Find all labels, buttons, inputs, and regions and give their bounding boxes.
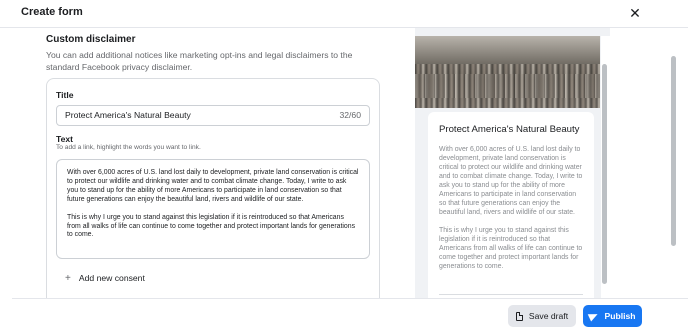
section-description: You can add additional notices like mark… [46, 50, 353, 72]
text-label: Text [56, 134, 74, 144]
publish-label: Publish [604, 311, 636, 321]
footer-divider [12, 298, 688, 299]
disclaimer-card: Title Protect America's Natural Beauty 3… [46, 78, 380, 298]
preview-title: Protect America's Natural Beauty [439, 124, 580, 135]
preview-scrollbar[interactable] [602, 64, 607, 284]
title-input-value: Protect America's Natural Beauty [65, 110, 191, 120]
add-consent-button[interactable]: + Add new consent [65, 273, 145, 284]
preview-paragraph-1: With over 6,000 acres of U.S. land lost … [439, 146, 583, 216]
text-paragraph-2: This is why I urge you to stand against … [67, 213, 356, 239]
publish-button[interactable]: Publish [583, 305, 642, 327]
form-editor: Custom disclaimer You can add additional… [46, 28, 396, 298]
save-draft-button[interactable]: Save draft [508, 305, 576, 327]
title-input[interactable]: Protect America's Natural Beauty 32/60 [56, 105, 370, 126]
title-char-count: 32/60 [339, 110, 361, 120]
preview-divider [439, 294, 583, 295]
text-paragraph-1: With over 6,000 acres of U.S. land lost … [67, 169, 359, 203]
form-preview: Protect America's Natural Beauty With ov… [415, 28, 610, 298]
disclaimer-text-area[interactable]: With over 6,000 acres of U.S. land lost … [56, 159, 370, 259]
dialog-scrollbar[interactable] [671, 56, 676, 246]
text-hint: To add a link, highlight the words you w… [56, 144, 201, 151]
preview-card: Protect America's Natural Beauty With ov… [428, 112, 594, 298]
send-icon [588, 310, 600, 322]
document-icon [515, 311, 523, 321]
preview-paragraph-2: This is why I urge you to stand against … [439, 227, 583, 270]
plus-icon: + [65, 273, 71, 284]
save-draft-label: Save draft [528, 311, 569, 321]
close-icon[interactable]: ✕ [628, 4, 642, 22]
add-consent-label: Add new consent [78, 273, 145, 283]
section-title: Custom disclaimer [46, 34, 136, 45]
crowd-photo-overlay [415, 74, 600, 98]
title-label: Title [56, 90, 74, 100]
dialog-header: Create form ✕ [0, 0, 688, 28]
dialog-title: Create form [21, 6, 83, 18]
preview-cover-image [415, 36, 600, 108]
